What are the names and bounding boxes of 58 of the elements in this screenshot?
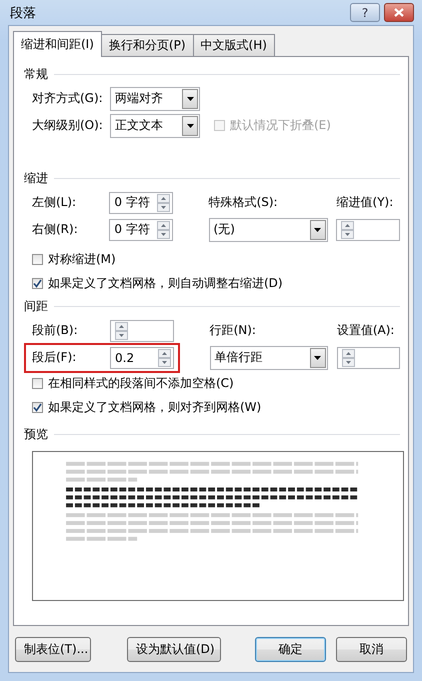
spin-field[interactable]: 0 字符: [109, 192, 173, 214]
tab[interactable]: 换行和分页(P): [100, 34, 194, 56]
help-button[interactable]: ?: [350, 3, 380, 22]
section-heading: 缩进: [24, 170, 48, 186]
spin-field[interactable]: 0 字符: [109, 218, 173, 240]
dropdown[interactable]: (无): [208, 218, 328, 242]
checkbox-label: 默认情况下折叠(E): [230, 117, 331, 134]
section-heading: 预览: [24, 426, 48, 442]
close-button[interactable]: [384, 3, 414, 22]
dialog-button[interactable]: 确定: [255, 636, 326, 662]
caret-icon: [314, 356, 322, 360]
dialog-button[interactable]: 制表位(T)...: [15, 636, 91, 662]
field-label: 对齐方式(G):: [32, 90, 104, 107]
spin-arrows-icon[interactable]: [342, 348, 355, 366]
spin-field[interactable]: [336, 346, 400, 368]
dropdown[interactable]: 单倍行距: [210, 346, 328, 370]
dropdown-button[interactable]: [182, 116, 198, 136]
checkbox[interactable]: [32, 378, 43, 388]
spin-arrows-icon[interactable]: [156, 220, 170, 238]
section-heading: 常规: [24, 66, 48, 82]
field-label: 缩进值(Y):: [336, 194, 394, 211]
dialog-button[interactable]: 取消: [336, 636, 407, 662]
window-title: 段落: [10, 4, 37, 22]
checkbox[interactable]: [32, 402, 43, 412]
spin-field[interactable]: [110, 320, 174, 342]
dropdown[interactable]: 正文文本: [110, 114, 200, 138]
spin-arrows-icon[interactable]: [341, 220, 354, 238]
spin-arrows-icon[interactable]: [156, 194, 170, 212]
field-label: 行距(N):: [210, 322, 257, 339]
caret-icon: [314, 228, 322, 232]
dropdown-button[interactable]: [310, 220, 326, 240]
close-icon: [394, 8, 404, 17]
dropdown[interactable]: 两端对齐: [110, 86, 200, 110]
field-label: 段前(B):: [32, 322, 79, 339]
tab[interactable]: 中文版式(H): [192, 34, 275, 56]
dropdown-button[interactable]: [182, 88, 198, 108]
field-label: 特殊格式(S):: [208, 194, 279, 211]
checkbox[interactable]: [32, 254, 43, 264]
dropdown-button[interactable]: [310, 348, 326, 368]
checkbox-label: 如果定义了文档网格，则自动调整右缩进(D): [48, 274, 283, 292]
field-label: 左侧(L):: [32, 194, 78, 211]
checkbox-label: 如果定义了文档网格，则对齐到网格(W): [48, 398, 262, 416]
field-label: 右侧(R):: [32, 221, 79, 238]
checkbox[interactable]: [32, 278, 43, 288]
spin-field[interactable]: [336, 218, 400, 240]
spin-field[interactable]: 0.2: [110, 346, 174, 368]
spin-arrows-icon[interactable]: [115, 322, 128, 340]
field-label: 设置值(A):: [336, 322, 396, 339]
spin-arrows-icon[interactable]: [158, 348, 171, 366]
checkbox-label: 在相同样式的段落间不添加空格(C): [48, 374, 234, 392]
caret-icon: [186, 96, 194, 100]
checkbox-label: 对称缩进(M): [48, 250, 116, 268]
field-label: 段后(F):: [32, 349, 78, 366]
tab[interactable]: 缩进和间距(I): [13, 31, 102, 57]
dialog-button[interactable]: 设为默认值(D): [127, 636, 221, 662]
caret-icon: [186, 124, 194, 128]
section-heading: 间距: [24, 298, 48, 314]
field-label: 大纲级别(O):: [32, 117, 104, 134]
